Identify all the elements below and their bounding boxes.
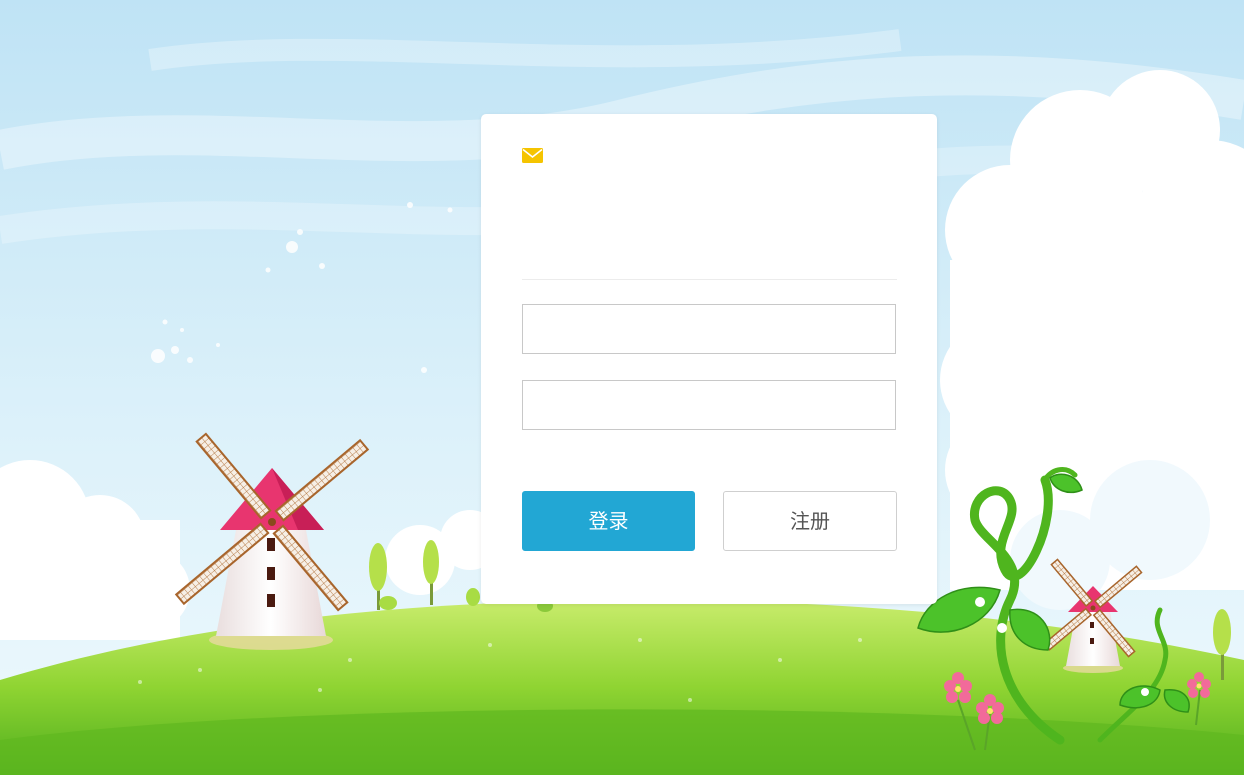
register-button[interactable]: 注册 bbox=[723, 491, 897, 551]
password-input[interactable] bbox=[522, 380, 896, 430]
mail-icon bbox=[522, 148, 543, 163]
login-button[interactable]: 登录 bbox=[522, 491, 695, 551]
login-card: 登录 注册 bbox=[481, 114, 937, 604]
card-divider bbox=[522, 279, 897, 280]
username-input[interactable] bbox=[522, 304, 896, 354]
